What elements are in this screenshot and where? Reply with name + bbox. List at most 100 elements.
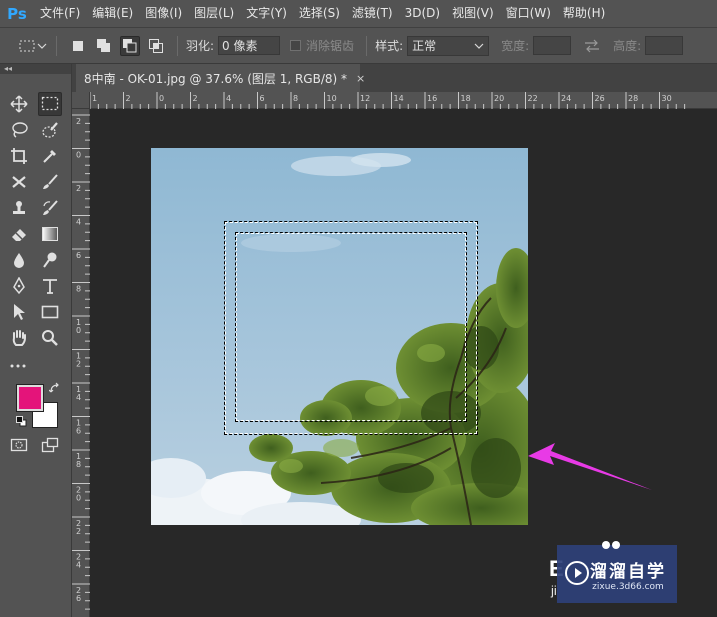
gradient-icon bbox=[42, 227, 58, 241]
chevron-down-icon bbox=[474, 43, 484, 49]
brush-tool[interactable] bbox=[38, 170, 62, 194]
healing-brush-icon bbox=[12, 176, 26, 188]
marquee-preset-picker[interactable] bbox=[18, 39, 48, 53]
style-value: 正常 bbox=[412, 39, 437, 53]
hand-tool[interactable] bbox=[7, 326, 31, 350]
dodge-tool[interactable] bbox=[38, 248, 62, 272]
watermark-brand: 溜溜自学 bbox=[590, 561, 666, 582]
quick-mask-button[interactable] bbox=[7, 433, 31, 457]
brush-icon bbox=[43, 174, 58, 189]
ruler-label: 1 bbox=[92, 94, 97, 103]
pen-icon bbox=[13, 277, 25, 295]
ruler-label: 4 bbox=[226, 94, 231, 103]
blur-drop-icon bbox=[14, 253, 24, 268]
watermark-top-dots bbox=[601, 539, 623, 549]
document-tab-bar: 8中南 - OK-01.jpg @ 37.6% (图层 1, RGB/8) * … bbox=[72, 64, 717, 92]
feather-label: 羽化: bbox=[186, 39, 215, 53]
new-selection-button[interactable] bbox=[68, 36, 88, 56]
antialias-checkbox[interactable] bbox=[290, 40, 302, 51]
menu-layer[interactable]: 图层(L) bbox=[188, 0, 240, 27]
rect-marquee-icon bbox=[41, 96, 59, 111]
type-t-icon bbox=[43, 279, 57, 294]
quick-selection-tool[interactable] bbox=[38, 118, 62, 142]
dodge-icon bbox=[43, 252, 57, 268]
height-input[interactable] bbox=[645, 36, 684, 55]
menu-3d[interactable]: 3D(D) bbox=[399, 0, 446, 27]
lasso-tool[interactable] bbox=[7, 118, 31, 142]
ruler-label: 22 bbox=[528, 94, 538, 103]
ruler-label: 12 bbox=[360, 94, 370, 103]
ruler-label: 4 bbox=[76, 218, 81, 227]
clone-stamp-tool[interactable] bbox=[7, 196, 31, 220]
vertical-ruler[interactable]: 202468101214161820222426 bbox=[72, 109, 90, 617]
ruler-label: 14 bbox=[394, 94, 404, 103]
arrow-cursor-icon bbox=[14, 304, 25, 320]
menu-edit[interactable]: 编辑(E) bbox=[86, 0, 139, 27]
crop-tool[interactable] bbox=[7, 144, 31, 168]
blur-tool[interactable] bbox=[7, 248, 31, 272]
intersect-selection-icon bbox=[149, 38, 163, 53]
ruler-label: 8 bbox=[76, 460, 81, 469]
quick-mask-icon bbox=[10, 438, 28, 452]
menu-type[interactable]: 文字(Y) bbox=[240, 0, 293, 27]
add-selection-button[interactable] bbox=[94, 36, 114, 56]
ruler-label: 20 bbox=[494, 94, 504, 103]
default-colors-icon[interactable] bbox=[16, 416, 27, 427]
foreground-color-swatch[interactable] bbox=[16, 384, 44, 412]
menu-bar: Ps 文件(F) 编辑(E) 图像(I) 图层(L) 文字(Y) 选择(S) 滤… bbox=[0, 0, 717, 27]
horizontal-ruler[interactable]: 1 2 0 2 4 6 8 10 12 14 16 18 20 22 24 26 28 30 bbox=[90, 92, 717, 109]
menu-window[interactable]: 窗口(W) bbox=[500, 0, 557, 27]
selection-inner-border bbox=[235, 232, 467, 422]
history-brush-tool[interactable] bbox=[38, 196, 62, 220]
edit-toolbar-button[interactable] bbox=[7, 354, 31, 378]
type-tool[interactable] bbox=[38, 274, 62, 298]
ruler-label: 2 bbox=[76, 117, 81, 126]
swap-colors-icon[interactable] bbox=[49, 382, 61, 394]
rectangle-tool[interactable] bbox=[38, 300, 62, 324]
menu-filter[interactable]: 滤镜(T) bbox=[346, 0, 399, 27]
zoom-tool[interactable] bbox=[38, 326, 62, 350]
eraser-tool[interactable] bbox=[7, 222, 31, 246]
rect-marquee-icon bbox=[19, 40, 35, 51]
path-selection-tool[interactable] bbox=[7, 300, 31, 324]
menu-image[interactable]: 图像(I) bbox=[139, 0, 188, 27]
ruler-label: 24 bbox=[561, 94, 571, 103]
ruler-origin[interactable] bbox=[72, 92, 90, 109]
gradient-tool[interactable] bbox=[38, 222, 62, 246]
height-label: 高度: bbox=[613, 39, 642, 53]
width-input[interactable] bbox=[533, 36, 572, 55]
ruler-label: 30 bbox=[662, 94, 672, 103]
divider bbox=[366, 35, 368, 56]
subtract-selection-button[interactable] bbox=[120, 35, 140, 56]
ruler-label: 8 bbox=[76, 285, 81, 294]
pen-tool[interactable] bbox=[7, 274, 31, 298]
intersect-selection-button[interactable] bbox=[146, 36, 166, 56]
ruler-label: 16 bbox=[427, 94, 437, 103]
hand-icon bbox=[12, 330, 26, 346]
healing-brush-tool[interactable] bbox=[7, 170, 31, 194]
crop-icon bbox=[11, 148, 27, 164]
menu-view[interactable]: 视图(V) bbox=[446, 0, 500, 27]
document-image[interactable] bbox=[151, 148, 528, 525]
menu-file[interactable]: 文件(F) bbox=[34, 0, 86, 27]
style-select[interactable]: 正常 bbox=[407, 35, 490, 56]
document-tab[interactable]: 8中南 - OK-01.jpg @ 37.6% (图层 1, RGB/8) * … bbox=[76, 64, 365, 92]
play-logo-icon bbox=[565, 561, 589, 585]
zoom-magnifier-icon bbox=[42, 330, 58, 346]
move-tool[interactable] bbox=[7, 92, 31, 116]
eyedropper-tool[interactable] bbox=[38, 144, 62, 168]
swap-dimensions-icon[interactable] bbox=[583, 39, 601, 53]
move-icon bbox=[10, 95, 28, 113]
eraser-icon bbox=[12, 229, 26, 241]
rect-marquee-tool[interactable] bbox=[38, 92, 62, 116]
menu-select[interactable]: 选择(S) bbox=[293, 0, 346, 27]
watermark-badge: 溜溜自学 zixue.3d66.com bbox=[557, 541, 677, 603]
feather-input[interactable] bbox=[218, 36, 281, 55]
close-tab-button[interactable]: × bbox=[356, 72, 365, 85]
ruler-label: 2 bbox=[76, 360, 81, 369]
panel-collapse-button[interactable]: ◂◂ bbox=[0, 64, 71, 74]
divider bbox=[177, 35, 178, 56]
menu-help[interactable]: 帮助(H) bbox=[557, 0, 611, 27]
screen-mode-button[interactable] bbox=[38, 433, 62, 457]
ruler-label: 28 bbox=[628, 94, 638, 103]
